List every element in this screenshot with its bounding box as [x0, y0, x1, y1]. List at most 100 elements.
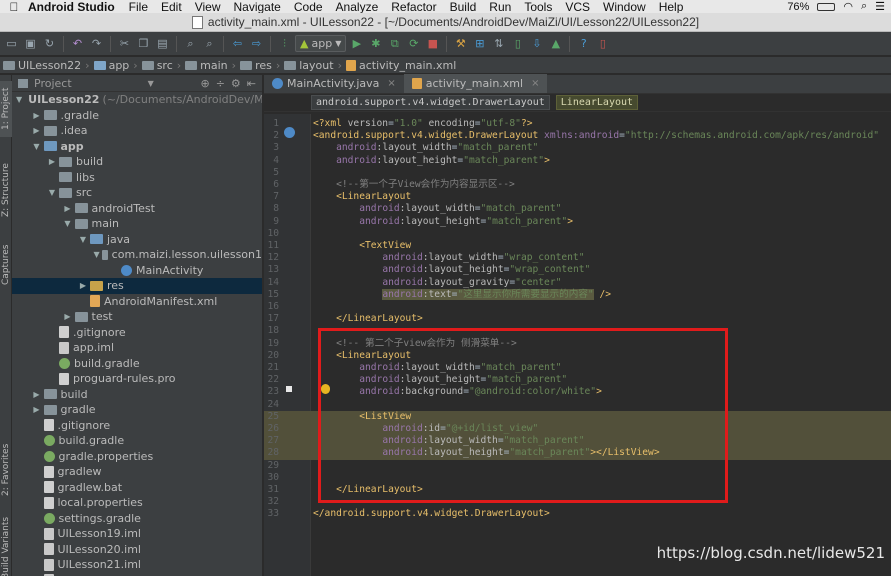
tree-item[interactable]: ▶ build	[12, 154, 262, 170]
list-icon[interactable]: ☰	[875, 0, 885, 13]
chevron-right-icon[interactable]: ▶	[78, 281, 88, 290]
debug-icon[interactable]: ✱	[367, 35, 384, 52]
menu-analyze[interactable]: Analyze	[336, 0, 379, 13]
tree-item[interactable]: gradlew	[12, 464, 262, 480]
sdk-manager-icon[interactable]: ⇩	[528, 35, 545, 52]
chevron-right-icon[interactable]: ▶	[32, 390, 42, 399]
tree-item[interactable]: UILesson19.iml	[12, 526, 262, 542]
chevron-down-icon[interactable]: ▼	[47, 188, 57, 197]
chevron-down-icon[interactable]: ▼	[94, 250, 100, 259]
redo-icon[interactable]: ↷	[88, 35, 105, 52]
chevron-right-icon[interactable]: ▶	[63, 312, 73, 321]
project-view-label[interactable]: Project	[34, 77, 72, 90]
sync-gradle-icon[interactable]: ⇅	[490, 35, 507, 52]
battery-icon[interactable]	[817, 2, 836, 11]
tree-item[interactable]: proguard-rules.pro	[12, 371, 262, 387]
tree-item[interactable]: AndroidManifest.xml	[12, 294, 262, 310]
project-structure-icon[interactable]: ⊞	[471, 35, 488, 52]
device-icon[interactable]: ▯	[594, 35, 611, 52]
attach-debugger-icon[interactable]: ⧉	[386, 35, 403, 52]
menu-build[interactable]: Build	[450, 0, 477, 13]
chevron-right-icon[interactable]: ▶	[32, 126, 42, 135]
tree-item[interactable]: ▼ app	[12, 139, 262, 155]
tree-item[interactable]: ▶ res	[12, 278, 262, 294]
menu-tools[interactable]: Tools	[524, 0, 552, 13]
apple-menu-icon[interactable]: 	[0, 0, 28, 13]
code-view[interactable]: 1 <?xml version="1.0" encoding="utf-8"?> 2…	[264, 114, 891, 576]
tree-item[interactable]: gradlew.bat	[12, 480, 262, 496]
menu-vcs[interactable]: VCS	[565, 0, 590, 13]
hide-icon[interactable]: ⇤	[247, 77, 256, 90]
search-icon[interactable]: ⌕	[861, 0, 867, 13]
chevron-right-icon[interactable]: ▶	[32, 111, 42, 120]
tree-item[interactable]: ▼ UILesson22(~/Documents/AndroidDev/MaiZ	[12, 92, 262, 108]
close-icon[interactable]: ×	[531, 78, 539, 89]
make-project-icon[interactable]: ⫶	[276, 35, 293, 52]
settings-icon[interactable]: ⚒	[452, 35, 469, 52]
tree-item[interactable]: ▶ .gradle	[12, 108, 262, 124]
forward-icon[interactable]: ⇨	[248, 35, 265, 52]
tab-captures[interactable]: Captures	[0, 235, 12, 295]
tab-favorites[interactable]: 2: Favorites	[0, 435, 12, 505]
tree-item[interactable]: UILesson21.iml	[12, 557, 262, 573]
chevron-down-icon[interactable]: ▼	[16, 95, 22, 104]
menu-file[interactable]: File	[129, 0, 148, 13]
tree-item[interactable]: UILesson22.iml	[12, 573, 262, 576]
close-icon[interactable]: ×	[387, 78, 395, 89]
menu-window[interactable]: Window	[603, 0, 646, 13]
tab-project[interactable]: 1: Project	[0, 81, 12, 137]
chevron-right-icon[interactable]: ▶	[47, 157, 57, 166]
apply-changes-icon[interactable]: ⟳	[405, 35, 422, 52]
menu-edit[interactable]: Edit	[161, 0, 182, 13]
tree-item[interactable]: ▶ test	[12, 309, 262, 325]
find-icon[interactable]: ⌕	[182, 35, 199, 52]
cut-icon[interactable]: ✂	[116, 35, 133, 52]
tree-item[interactable]: build.gradle	[12, 433, 262, 449]
tree-item[interactable]: UILesson20.iml	[12, 542, 262, 558]
undo-icon[interactable]: ↶	[69, 35, 86, 52]
menu-view[interactable]: View	[195, 0, 221, 13]
tree-item[interactable]: ▼ main	[12, 216, 262, 232]
menu-run[interactable]: Run	[489, 0, 511, 13]
paste-icon[interactable]: ▤	[154, 35, 171, 52]
copy-icon[interactable]: ❐	[135, 35, 152, 52]
tree-item[interactable]: app.iml	[12, 340, 262, 356]
scroll-from-source-icon[interactable]: ⊕	[200, 77, 209, 90]
tree-item[interactable]: .gitignore	[12, 418, 262, 434]
breadcrumb-item[interactable]: app	[93, 59, 129, 72]
avd-manager-icon[interactable]: ▯	[509, 35, 526, 52]
tab-mainactivity-java[interactable]: MainActivity.java ×	[264, 74, 404, 93]
run-config-select[interactable]: ▲ app ▼	[295, 35, 347, 52]
save-icon[interactable]: ▣	[22, 35, 39, 52]
breadcrumb-item[interactable]: main	[185, 59, 228, 72]
tab-build-variants[interactable]: Build Variants	[0, 517, 12, 576]
android-device-monitor-icon[interactable]: ▲	[547, 35, 564, 52]
tree-item[interactable]: ▶ gradle	[12, 402, 262, 418]
chevron-down-icon[interactable]: ▼	[78, 235, 88, 244]
tree-item[interactable]: ▶ androidTest	[12, 201, 262, 217]
tree-item[interactable]: local.properties	[12, 495, 262, 511]
tree-item[interactable]: .gitignore	[12, 325, 262, 341]
tree-item[interactable]: gradle.properties	[12, 449, 262, 465]
collapse-all-icon[interactable]: ÷	[216, 77, 225, 90]
tree-item[interactable]: ▼ java	[12, 232, 262, 248]
wifi-icon[interactable]: ◠	[843, 0, 853, 13]
breadcrumb-item[interactable]: UILesson22	[3, 59, 81, 72]
breadcrumb-item[interactable]: layout	[284, 59, 334, 72]
tree-item[interactable]: ▶ .idea	[12, 123, 262, 139]
sync-icon[interactable]: ↻	[41, 35, 58, 52]
back-icon[interactable]: ⇦	[229, 35, 246, 52]
tree-item[interactable]: MainActivity	[12, 263, 262, 279]
help-icon[interactable]: ?	[575, 35, 592, 52]
tree-item[interactable]: settings.gradle	[12, 511, 262, 527]
open-folder-icon[interactable]: ▭	[3, 35, 20, 52]
chevron-down-icon[interactable]: ▼	[63, 219, 73, 228]
xml-breadcrumb-item[interactable]: android.support.v4.widget.DrawerLayout	[311, 95, 550, 110]
menu-navigate[interactable]: Navigate	[233, 0, 280, 13]
tree-item[interactable]: ▼ com.maizi.lesson.uilesson1	[12, 247, 263, 263]
tab-structure[interactable]: Z: Structure	[0, 155, 12, 225]
chevron-down-icon[interactable]: ▼	[148, 79, 154, 88]
xml-breadcrumb-item[interactable]: LinearLayout	[555, 95, 639, 110]
tree-item[interactable]: ▶ build	[12, 387, 262, 403]
chevron-right-icon[interactable]: ▶	[63, 204, 73, 213]
